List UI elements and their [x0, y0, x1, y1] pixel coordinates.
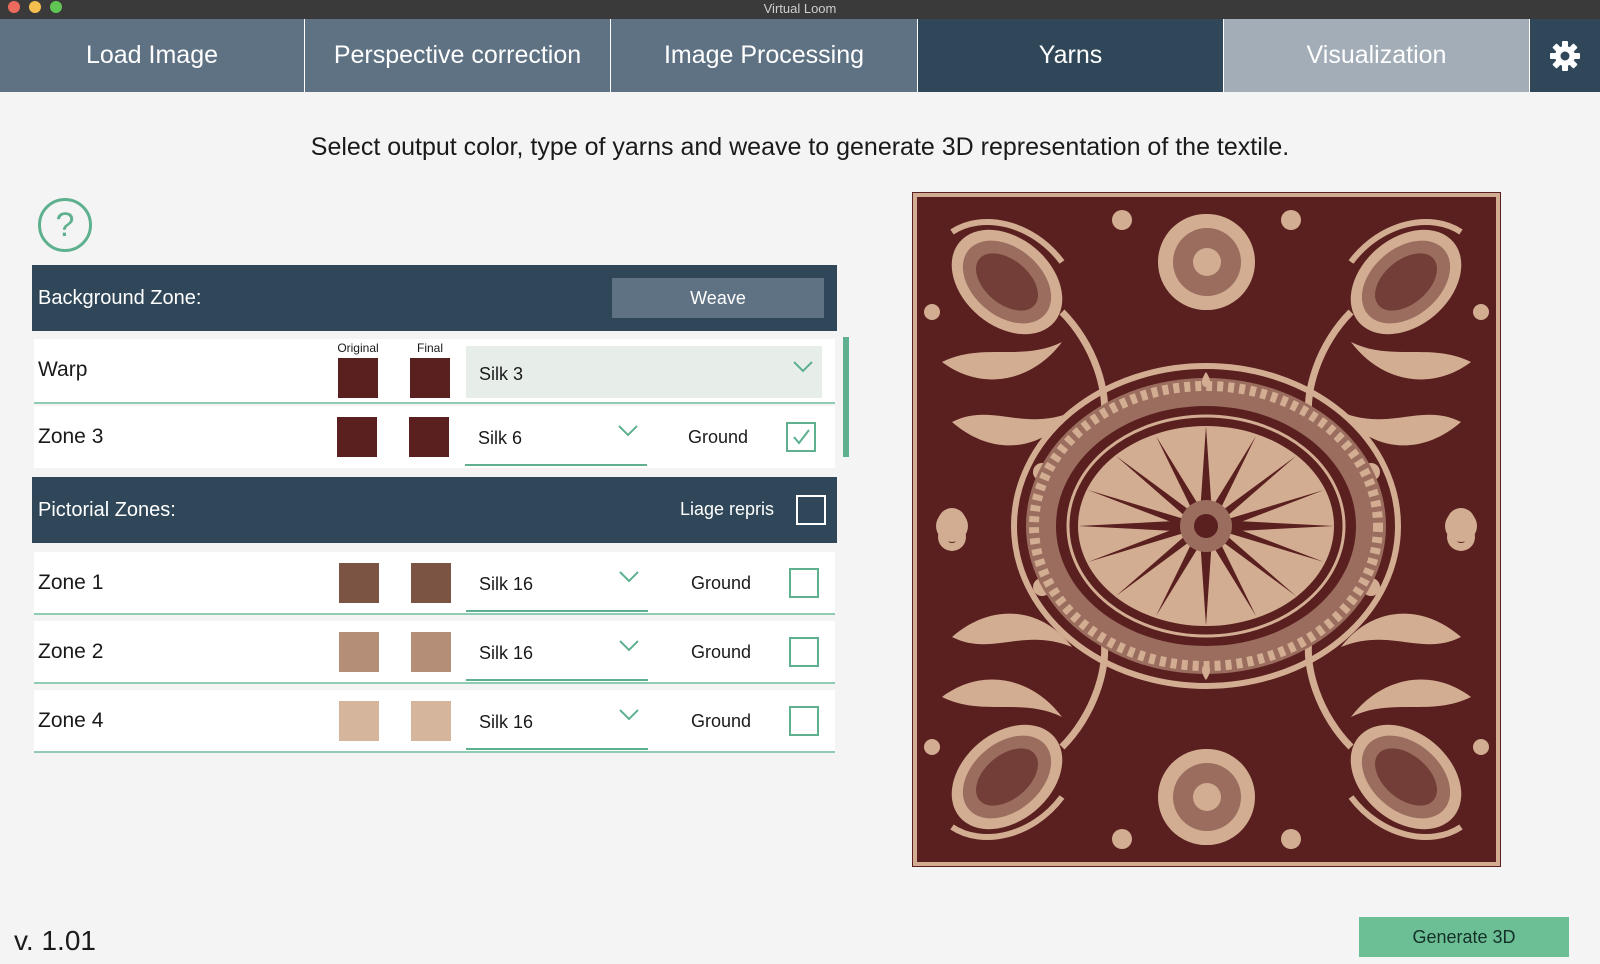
original-color-swatch	[339, 632, 379, 672]
ground-checkbox[interactable]	[789, 706, 819, 736]
original-color-swatch	[337, 417, 377, 457]
checkmark-icon	[793, 429, 810, 445]
final-color-swatch[interactable]	[411, 701, 451, 741]
window-title: Virtual Loom	[763, 1, 837, 16]
yarn-select[interactable]: Silk 3	[466, 346, 822, 398]
final-color-swatch[interactable]	[410, 358, 450, 398]
scroll-indicator[interactable]	[843, 337, 849, 457]
zone-label: Zone 3	[38, 425, 104, 448]
chevron-down-icon	[619, 640, 639, 652]
ground-label: Ground	[688, 427, 749, 447]
chevron-down-icon	[619, 571, 639, 583]
original-color-swatch	[339, 701, 379, 741]
background-zone-title: Background Zone:	[38, 286, 202, 309]
yarn-select-value: Silk 16	[479, 643, 534, 663]
ground-checkbox[interactable]	[789, 637, 819, 667]
window-titlebar: Virtual Loom	[0, 0, 1600, 19]
tab-perspective-correction[interactable]: Perspective correction	[305, 19, 611, 92]
liage-repris-checkbox[interactable]	[796, 495, 826, 525]
ground-label: Ground	[691, 642, 752, 662]
background-zone-header: Background Zone: Weave	[32, 265, 837, 331]
tab-yarns[interactable]: Yarns	[918, 19, 1224, 92]
warp-row: Warp Original Final Silk 3	[34, 339, 835, 404]
generate-3d-button[interactable]: Generate 3D	[1359, 917, 1569, 957]
tab-visualization[interactable]: Visualization	[1224, 19, 1530, 92]
version-label: v. 1.01	[14, 925, 96, 956]
question-mark-icon[interactable]: ?	[38, 198, 92, 252]
chevron-down-icon	[793, 361, 813, 373]
tab-image-processing[interactable]: Image Processing	[611, 19, 918, 92]
pictorial-zones-header: Pictorial Zones: Liage repris	[32, 477, 837, 543]
liage-repris-label: Liage repris	[680, 499, 775, 519]
original-color-swatch	[339, 563, 379, 603]
zone-row: Zone 3 Silk 6 Ground	[34, 406, 835, 468]
original-column-label: Original	[337, 341, 379, 355]
gear-icon	[1550, 40, 1580, 71]
final-color-swatch[interactable]	[409, 417, 449, 457]
instruction-text: Select output color, type of yarns and w…	[310, 133, 1290, 161]
zone-label: Zone 4	[38, 709, 104, 732]
zone-label: Zone 1	[38, 571, 104, 594]
yarn-select[interactable]: Silk 16	[466, 625, 648, 681]
yarn-select-value: Silk 16	[479, 574, 534, 594]
textile-preview-image	[912, 192, 1501, 867]
final-column-label: Final	[416, 341, 443, 355]
final-color-swatch[interactable]	[411, 563, 451, 603]
yarn-select-value: Silk 6	[478, 428, 523, 448]
ground-label: Ground	[691, 711, 752, 731]
yarn-select[interactable]: Silk 16	[466, 556, 648, 612]
zone-label: Zone 2	[38, 640, 104, 663]
settings-button[interactable]	[1530, 19, 1600, 92]
final-color-swatch[interactable]	[411, 632, 451, 672]
zone-row: Zone 2 Silk 16 Ground	[34, 621, 835, 684]
ground-checkbox[interactable]	[786, 422, 816, 452]
zone-row: Zone 1 Silk 16 Ground	[34, 552, 835, 615]
original-color-swatch	[338, 358, 378, 398]
main-tabs: Load Image Perspective correction Image …	[0, 19, 1600, 92]
pictorial-zones-title: Pictorial Zones:	[38, 498, 176, 521]
ground-label: Ground	[691, 573, 752, 593]
chevron-down-icon	[619, 709, 639, 721]
yarn-select-value: Silk 3	[479, 364, 524, 384]
zone-row: Zone 4 Silk 16 Ground	[34, 690, 835, 753]
weave-button[interactable]: Weave	[612, 278, 824, 318]
chevron-down-icon	[618, 425, 638, 437]
tab-load-image[interactable]: Load Image	[0, 19, 305, 92]
yarn-select[interactable]: Silk 16	[466, 694, 648, 750]
zone-label: Warp	[38, 358, 88, 381]
yarn-select-value: Silk 16	[479, 712, 534, 732]
yarn-select[interactable]: Silk 6	[465, 410, 647, 466]
ground-checkbox[interactable]	[789, 568, 819, 598]
